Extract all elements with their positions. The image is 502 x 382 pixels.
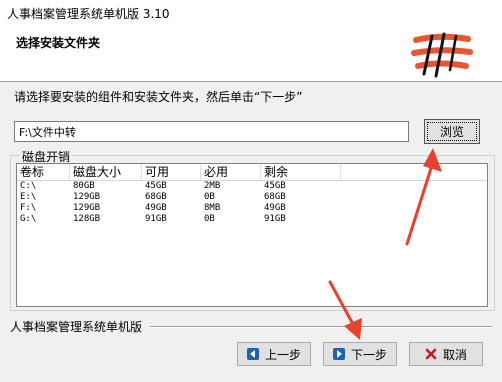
brush-stripes-icon [411, 32, 473, 78]
instruction-text: 请选择要安装的组件和安装文件夹，然后单击“下一步” [14, 90, 303, 104]
table-row[interactable]: G:\ 128GB 91GB 0B 91GB [17, 214, 487, 225]
cell-remaining: 49GB [264, 203, 286, 213]
cancel-button[interactable]: 取消 [409, 342, 483, 366]
cell-disk-size: 129GB [73, 203, 101, 213]
column-header-required[interactable]: 必用 [201, 164, 261, 180]
disk-space-list[interactable]: 卷标 磁盘大小 可用 必用 剩余 C:\ 80GB 45GB 2MB 45GB … [16, 163, 488, 307]
arrow-left-icon [246, 348, 259, 360]
column-header-disk-size[interactable]: 磁盘大小 [70, 164, 142, 180]
cell-available: 91GB [145, 214, 167, 224]
wizard-header: 选择安装文件夹 [0, 26, 502, 82]
prev-button-label: 上一步 [264, 347, 301, 362]
column-header-available[interactable]: 可用 [142, 164, 201, 180]
table-row[interactable]: E:\ 129GB 68GB 0B 68GB [17, 192, 487, 203]
list-header: 卷标 磁盘大小 可用 必用 剩余 [17, 164, 487, 181]
cell-disk-size: 128GB [73, 214, 101, 224]
column-header-volume[interactable]: 卷标 [17, 164, 70, 180]
column-header-remaining[interactable]: 剩余 [261, 164, 341, 180]
cell-required: 0B [204, 214, 215, 224]
prev-button[interactable]: 上一步 [237, 342, 311, 366]
window-title: 人事档案管理系统单机版 3.10 [7, 6, 170, 21]
cell-volume: C:\ [20, 181, 37, 191]
cell-volume: E:\ [20, 192, 37, 202]
cell-remaining: 45GB [264, 181, 286, 191]
cell-required: 2MB [204, 181, 221, 191]
next-button[interactable]: 下一步 [323, 342, 397, 366]
footer-brand-text: 人事档案管理系统单机版 [10, 318, 147, 335]
cell-remaining: 91GB [264, 214, 286, 224]
close-icon [425, 348, 437, 360]
cell-available: 68GB [145, 192, 167, 202]
cell-available: 45GB [145, 181, 167, 191]
cell-disk-size: 129GB [73, 192, 101, 202]
cell-volume: G:\ [20, 214, 37, 224]
cell-required: 0B [204, 192, 215, 202]
page-title: 选择安装文件夹 [16, 36, 101, 50]
table-row[interactable]: C:\ 80GB 45GB 2MB 45GB [17, 181, 487, 192]
next-button-label: 下一步 [350, 347, 387, 362]
install-path-input[interactable] [14, 121, 409, 142]
cancel-button-label: 取消 [442, 347, 467, 362]
footer-divider [150, 326, 492, 328]
cell-available: 49GB [145, 203, 167, 213]
cell-volume: F:\ [20, 203, 37, 213]
window-titlebar: 人事档案管理系统单机版 3.10 [0, 0, 502, 26]
table-row[interactable]: F:\ 129GB 49GB 8MB 49GB [17, 203, 487, 214]
browse-button[interactable]: 浏览 [424, 119, 480, 144]
arrow-right-icon [332, 348, 345, 360]
cell-remaining: 68GB [264, 192, 286, 202]
cell-required: 8MB [204, 203, 221, 213]
cell-disk-size: 80GB [73, 181, 95, 191]
